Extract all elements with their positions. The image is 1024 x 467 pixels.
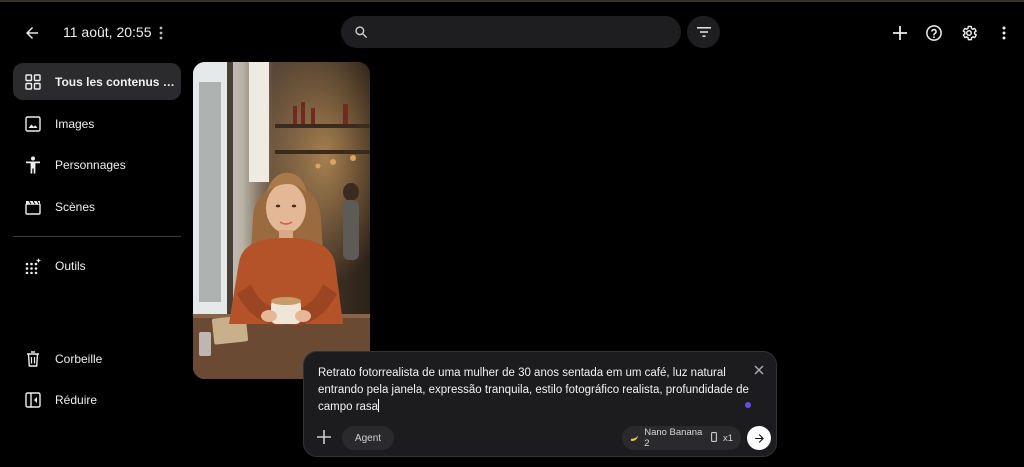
text-caret (378, 399, 380, 412)
media-thumbnail[interactable] (193, 62, 370, 379)
person-icon (24, 156, 42, 174)
search-bar[interactable] (341, 16, 681, 48)
trash-icon (24, 350, 42, 368)
status-dot (745, 402, 751, 408)
more-vert-icon (159, 26, 163, 40)
gear-icon (962, 25, 977, 41)
search-icon (355, 26, 367, 38)
portrait-aspect-icon (711, 431, 717, 445)
send-button[interactable] (747, 426, 771, 450)
sidebar-item-label: Images (55, 116, 95, 131)
sidebar-item-label: Personnages (55, 157, 126, 172)
search-input[interactable] (378, 24, 668, 40)
filter-button[interactable] (687, 16, 720, 48)
sidebar-item-all-media[interactable]: Tous les contenus mul… (13, 63, 181, 100)
prompt-composer: Retrato fotorrealista de uma mulher de 3… (303, 351, 777, 457)
sidebar-item-label: Tous les contenus mul… (55, 74, 180, 89)
sidebar-collapse-button[interactable]: Réduire (13, 381, 181, 418)
filter-icon (696, 27, 711, 37)
sidebar-item-images[interactable]: Images (13, 105, 181, 142)
arrow-right-icon (754, 433, 764, 443)
close-composer-button[interactable] (752, 363, 766, 377)
help-button[interactable] (920, 19, 948, 47)
more-vert-icon (1002, 26, 1006, 40)
cafe-portrait-image (193, 62, 370, 379)
add-attachment-button[interactable] (314, 427, 334, 447)
prompt-textarea[interactable]: Retrato fotorrealista de uma mulher de 3… (318, 365, 750, 416)
sidebar-item-characters[interactable]: Personnages (13, 146, 181, 183)
plus-icon (893, 26, 907, 40)
image-icon (24, 115, 42, 133)
grid-icon (24, 73, 42, 91)
tools-grid-icon (24, 257, 42, 275)
settings-button[interactable] (955, 19, 983, 47)
sidebar-item-label: Réduire (55, 392, 98, 407)
title-menu-button[interactable] (152, 20, 170, 46)
create-button[interactable] (886, 19, 914, 47)
sidebar-item-label: Corbeille (55, 351, 103, 366)
page-title: 11 août, 20:55 (63, 24, 152, 40)
collapse-icon (24, 391, 42, 409)
sidebar-item-label: Scènes (55, 199, 96, 214)
sidebar-item-tools[interactable]: Outils (13, 247, 181, 284)
sidebar-divider (13, 236, 181, 237)
model-name: Nano Banana 2 (644, 427, 703, 449)
plus-icon (317, 430, 331, 444)
back-button[interactable] (18, 19, 46, 47)
output-count: x1 (722, 432, 733, 444)
sidebar-item-trash[interactable]: Corbeille (13, 340, 181, 377)
clapperboard-icon (24, 198, 42, 216)
sidebar-item-scenes[interactable]: Scènes (13, 188, 181, 225)
sidebar-item-label: Outils (55, 258, 86, 273)
close-icon (754, 365, 764, 375)
model-selector[interactable]: Nano Banana 2 x1 (622, 426, 741, 450)
more-menu-button[interactable] (994, 20, 1014, 46)
top-border (0, 0, 1024, 2)
prompt-text: Retrato fotorrealista de uma mulher de 3… (318, 367, 749, 413)
agent-toggle[interactable]: Agent (342, 426, 394, 450)
arrow-left-icon (26, 27, 38, 39)
banana-icon (630, 435, 639, 441)
help-icon (926, 25, 942, 41)
